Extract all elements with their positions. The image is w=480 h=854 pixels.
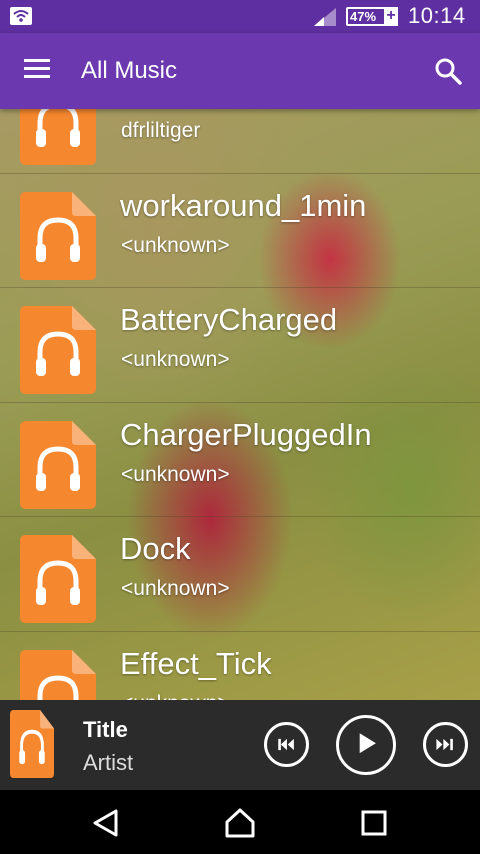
charging-icon: + [384, 7, 398, 26]
song-list: 0001 dfrliltiger workaround_1min <unknow… [0, 109, 480, 700]
home-icon[interactable] [224, 807, 256, 839]
music-file-headphones-icon [20, 192, 96, 280]
play-button[interactable] [336, 715, 396, 775]
song-row[interactable]: 0001 dfrliltiger [0, 109, 480, 174]
mini-player[interactable]: Title Artist [0, 700, 480, 790]
music-file-headphones-icon [20, 109, 96, 165]
song-artist: <unknown> [121, 462, 230, 486]
skip-next-icon [436, 738, 453, 751]
music-file-headphones-icon [20, 421, 96, 509]
song-artist: <unknown> [121, 233, 230, 257]
skip-next-button[interactable] [423, 722, 468, 767]
back-triangle-icon[interactable] [90, 807, 122, 839]
music-file-headphones-icon [20, 535, 96, 623]
music-file-headphones-icon [10, 710, 54, 778]
song-title: Dock [120, 531, 191, 566]
song-artist: <unknown> [121, 692, 230, 701]
player-artist: Artist [83, 750, 134, 775]
song-artist: dfrliltiger [121, 119, 201, 142]
song-title: ChargerPluggedIn [120, 416, 372, 452]
skip-previous-icon [278, 738, 294, 751]
song-row[interactable]: workaround_1min <unknown> [0, 174, 480, 288]
page-title: All Music [81, 57, 178, 84]
search-icon[interactable] [434, 57, 462, 85]
battery-indicator: 47% + [346, 7, 398, 26]
skip-previous-button[interactable] [264, 722, 309, 767]
app-bar: All Music [0, 33, 480, 109]
song-row[interactable]: Dock <unknown> [0, 517, 480, 632]
song-title: BatteryCharged [120, 302, 338, 337]
music-file-headphones-icon [20, 650, 96, 701]
hamburger-menu-icon[interactable] [24, 59, 50, 83]
song-row[interactable]: BatteryCharged <unknown> [0, 288, 480, 403]
battery-percent: 47% [350, 9, 377, 24]
song-row[interactable]: ChargerPluggedIn <unknown> [0, 403, 480, 517]
signal-icon [314, 8, 336, 26]
wifi-icon [10, 7, 32, 25]
music-file-headphones-icon [20, 306, 96, 394]
system-nav-bar [0, 790, 480, 854]
recents-square-icon[interactable] [358, 807, 390, 839]
song-title: Effect_Tick [120, 645, 272, 681]
play-icon [359, 733, 376, 754]
song-title: workaround_1min [120, 187, 367, 223]
clock: 10:14 [408, 3, 466, 28]
song-artist: <unknown> [121, 348, 230, 371]
status-bar: 47% + 10:14 [0, 0, 480, 33]
song-row[interactable]: Effect_Tick <unknown> [0, 632, 480, 701]
song-artist: <unknown> [121, 577, 230, 600]
song-list-area[interactable]: 0001 dfrliltiger workaround_1min <unknow… [0, 109, 480, 700]
player-title: Title [83, 717, 128, 742]
